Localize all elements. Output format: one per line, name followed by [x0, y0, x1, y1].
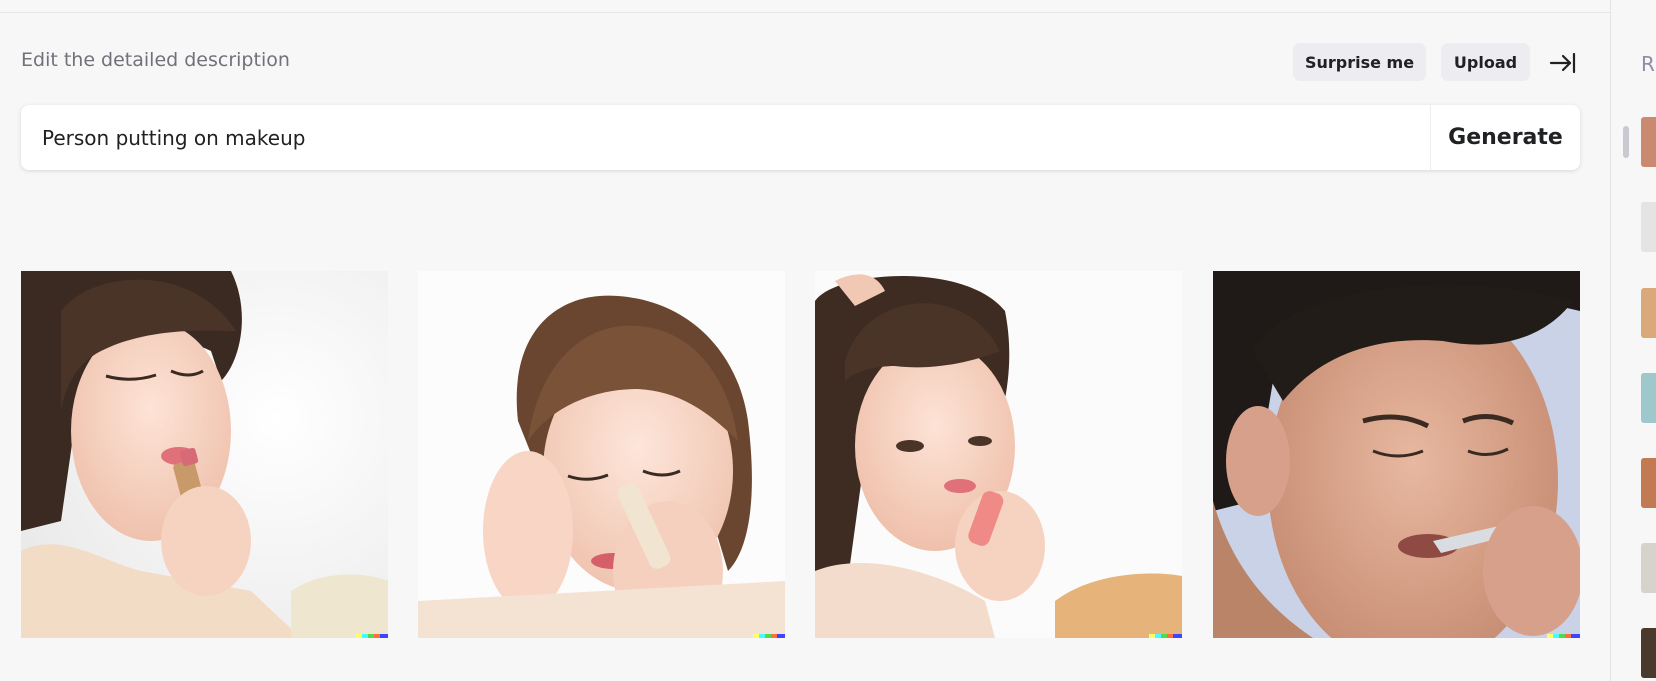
eye-makeup-portrait-image [418, 271, 785, 638]
prompt-input[interactable] [42, 105, 1432, 170]
history-thumbnail-2[interactable] [1641, 202, 1656, 252]
upload-button[interactable]: Upload [1441, 43, 1530, 81]
history-thumbnail-7[interactable] [1641, 628, 1656, 678]
history-thumbnail-5[interactable] [1641, 458, 1656, 508]
man-with-fork-image [1213, 271, 1580, 638]
result-image-2[interactable] [418, 271, 785, 638]
top-border [0, 0, 1610, 13]
result-image-4[interactable] [1213, 271, 1580, 638]
history-thumbnail-6[interactable] [1641, 543, 1656, 593]
history-thumbnail-1[interactable] [1641, 117, 1656, 167]
history-sidebar: R [1610, 0, 1656, 681]
prompt-bar: Generate [21, 105, 1580, 170]
panel-heading: Edit the detailed description [21, 49, 290, 71]
result-image-3[interactable] [815, 271, 1182, 638]
lipstick-portrait-image [21, 271, 388, 638]
lip-gloss-portrait-image [815, 271, 1182, 638]
sidebar-scrollbar[interactable] [1623, 126, 1629, 158]
history-thumbnail-4[interactable] [1641, 373, 1656, 423]
history-thumbnail-3[interactable] [1641, 288, 1656, 338]
surprise-me-button[interactable]: Surprise me [1293, 43, 1426, 81]
generate-button[interactable]: Generate [1431, 105, 1580, 170]
result-image-1[interactable] [21, 271, 388, 638]
collapse-sidebar-button[interactable] [1548, 50, 1578, 76]
arrow-right-to-bar-icon [1549, 52, 1576, 74]
sidebar-header-fragment: R [1641, 52, 1655, 76]
image-generation-panel: Edit the detailed description Surprise m… [0, 0, 1610, 681]
